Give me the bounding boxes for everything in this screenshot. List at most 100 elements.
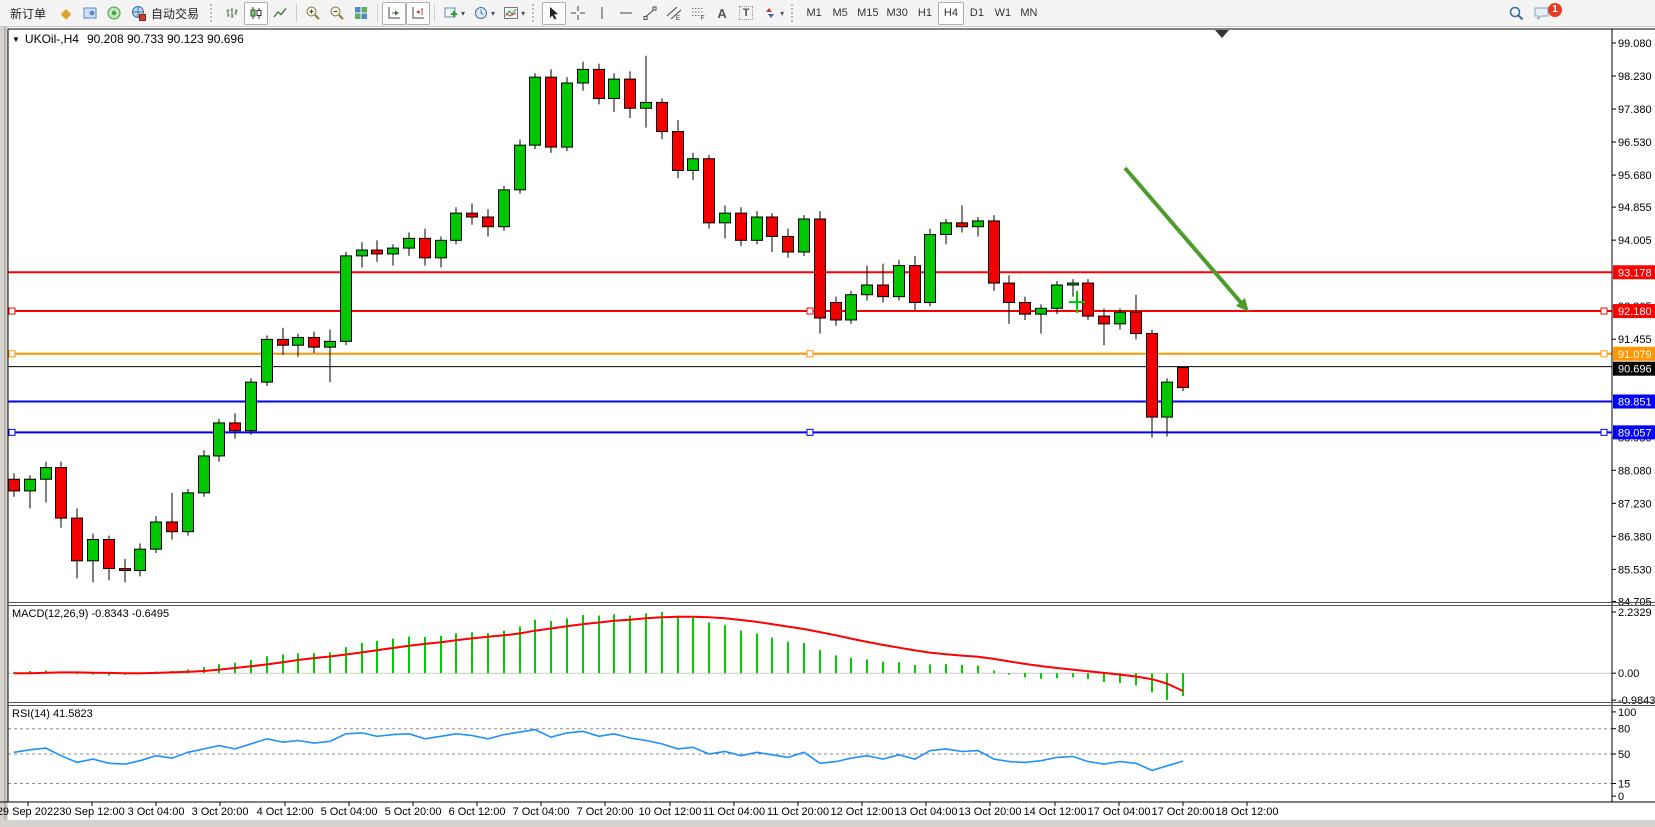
candle [688,159,699,171]
candle [309,337,320,347]
candle [388,248,399,254]
time-axis-label: 6 Oct 12:00 [449,806,506,818]
candle [657,102,668,131]
new-chart-button[interactable]: ▾ [439,2,469,25]
search-button[interactable] [1504,2,1529,25]
candle [831,302,842,319]
equidistant-channel-icon: E [666,5,682,21]
macd-histogram-bar [850,658,852,673]
candle [499,190,510,227]
line-handle[interactable] [9,429,15,435]
candle [104,539,115,568]
candle [704,159,715,223]
timeframe-label: D1 [970,7,984,19]
timeframe-m1-button[interactable]: M1 [801,2,827,25]
trendline-button[interactable] [638,2,662,25]
arrows-button[interactable]: ▾ [758,2,788,25]
timeframe-label: W1 [995,7,1012,19]
candle [420,238,431,257]
timeframe-mn-button[interactable]: MN [1016,2,1042,25]
line-handle[interactable] [807,351,813,357]
auto-scroll-button[interactable] [382,2,406,25]
indicators-button[interactable]: ▾ [499,2,529,25]
candle [1162,382,1173,417]
tile-windows-icon [353,5,369,21]
horizontal-line-button[interactable] [614,2,638,25]
timeframe-label: M30 [887,7,908,19]
crosshair-icon [570,5,586,21]
time-axis-label: 7 Oct 20:00 [577,806,634,818]
line-chart-button[interactable] [268,2,292,25]
macd-histogram-bar [629,616,631,674]
candle [1068,283,1079,285]
chat-button[interactable]: 1 [1529,2,1555,25]
crosshair-button[interactable] [566,2,590,25]
timeframe-w1-button[interactable]: W1 [990,2,1016,25]
chart-area[interactable]: 99.08098.23097.38096.53095.68094.85594.0… [0,0,1655,827]
candle [293,337,304,345]
svg-text:F: F [701,16,705,21]
vertical-line-button[interactable] [590,2,614,25]
bar-chart-icon [224,5,240,21]
fibonacci-button[interactable]: F [686,2,710,25]
text-label-button[interactable]: T [734,2,758,25]
line-handle[interactable] [807,429,813,435]
timeframe-label: M1 [806,7,821,19]
dropdown-caret: ▾ [780,9,784,18]
text-button[interactable]: A [710,2,734,25]
zoom-out-icon [329,5,345,21]
auto-scroll-icon [386,5,402,21]
candle-chart-button[interactable] [244,2,268,25]
line-handle[interactable] [9,351,15,357]
candle [894,266,905,297]
timeframe-m5-button[interactable]: M5 [827,2,853,25]
timeframe-m15-button[interactable]: M15 [853,2,882,25]
period-button[interactable]: ▾ [469,2,499,25]
macd-histogram-bar [977,666,979,674]
candle [56,468,67,519]
tile-windows-button[interactable] [349,2,373,25]
timeframe-h1-button[interactable]: H1 [912,2,938,25]
autotrading-button[interactable]: 自动交易 [126,2,207,25]
search-icon [1508,5,1525,22]
cursor-button[interactable] [542,2,566,25]
candle [578,69,589,83]
candle [404,238,415,248]
price-line-label-text: 92.180 [1618,306,1652,318]
line-handle[interactable] [9,308,15,314]
new-order-button[interactable]: 新订单 [2,2,54,25]
macd-histogram-bar [282,655,284,674]
line-handle[interactable] [1601,429,1607,435]
equidistant-channel-button[interactable]: E [662,2,686,25]
bar-chart-button[interactable] [220,2,244,25]
candle [594,69,605,98]
signals-button[interactable] [102,2,126,25]
candle [199,456,210,493]
candle [41,468,52,480]
line-handle[interactable] [1601,351,1607,357]
line-handle[interactable] [1601,308,1607,314]
macd-histogram-bar [487,633,489,673]
candle [1020,302,1031,314]
timeframe-d1-button[interactable]: D1 [964,2,990,25]
timeframe-h4-button[interactable]: H4 [938,2,964,25]
macd-histogram-bar [534,620,536,673]
zoom-out-button[interactable] [325,2,349,25]
svg-text:E: E [676,16,680,21]
rsi-tick-label: 50 [1618,749,1630,761]
zoom-in-button[interactable] [301,2,325,25]
candle [989,221,1000,283]
chart-shift-icon [410,5,426,21]
macd-histogram-bar [1008,673,1010,674]
timeframe-m30-button[interactable]: M30 [883,2,912,25]
chart-shift-button[interactable] [406,2,430,25]
line-handle[interactable] [807,308,813,314]
toolbar-grip [791,4,798,22]
macd-histogram-bar [313,653,315,673]
macd-histogram-bar [914,665,916,673]
macd-histogram-bar [598,616,600,674]
navigator-button[interactable] [78,2,102,25]
cursor-icon [546,5,562,21]
candle [88,539,99,560]
market-watch-button[interactable]: ◆ [54,2,78,25]
